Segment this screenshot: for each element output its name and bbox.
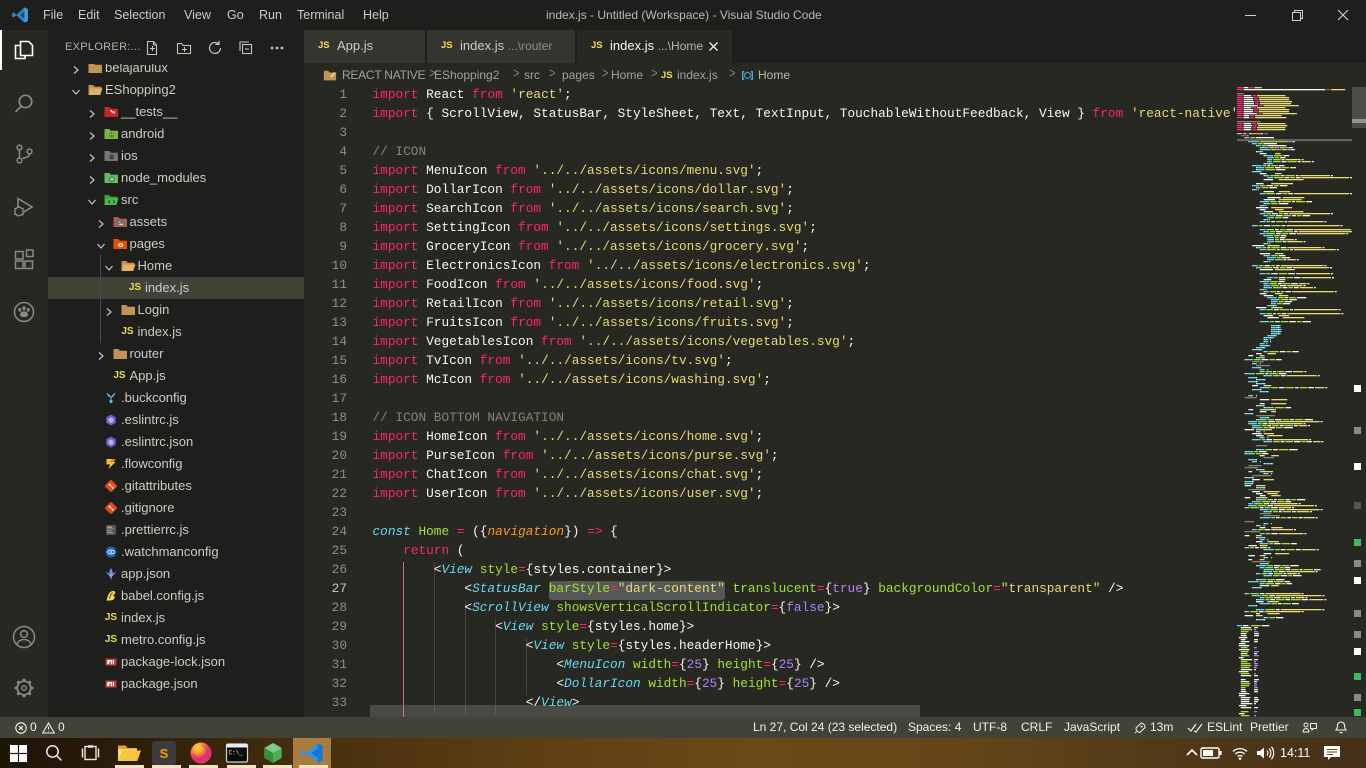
svg-text:C:\_: C:\_ [229,750,244,757]
svg-text:S: S [160,746,169,761]
